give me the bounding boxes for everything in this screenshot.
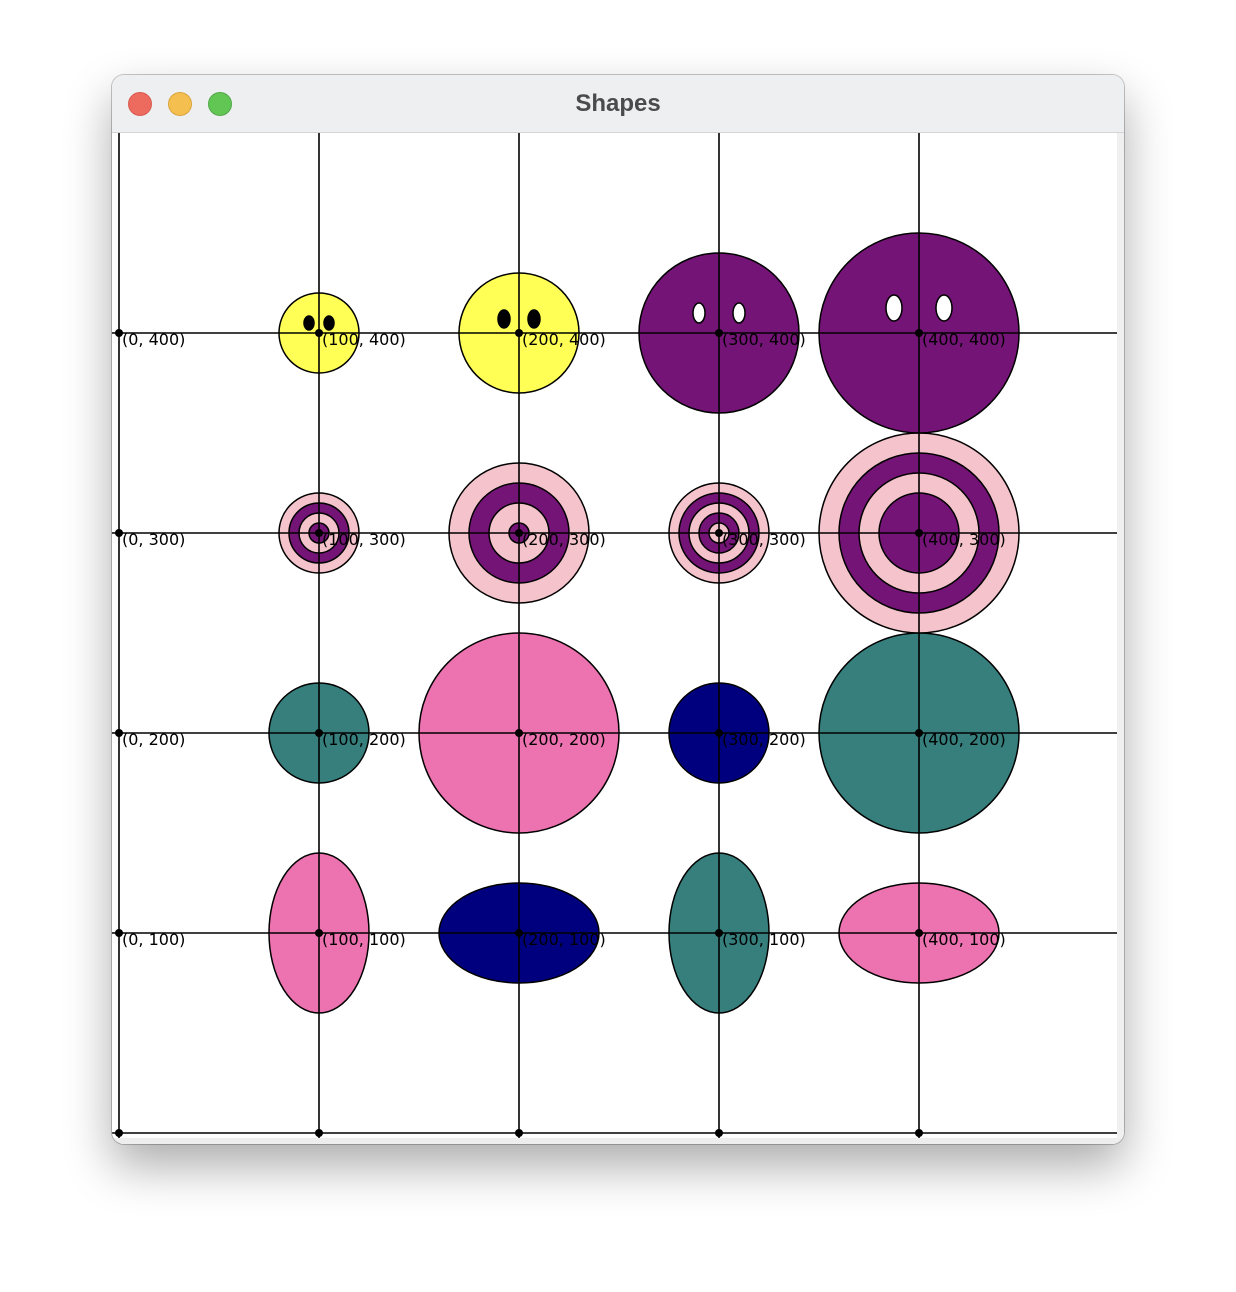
canvas-bottom-edge	[112, 1138, 1124, 1144]
coord-label-p-0-400: (0, 400)	[122, 330, 185, 349]
point-100-0	[315, 1129, 323, 1137]
coord-label-p-200-200: (200, 200)	[522, 730, 606, 749]
title-bar[interactable]: Shapes	[112, 75, 1124, 133]
coord-label-p-200-300: (200, 300)	[522, 530, 606, 549]
face-100-400-right-eye	[323, 315, 335, 331]
face-400-400-left-eye	[885, 294, 903, 322]
shapes-canvas: (0, 400) (100, 400) (200, 400) (300, 400) (4…	[112, 133, 1117, 1144]
coord-label-p-300-300: (300, 300)	[722, 530, 806, 549]
coord-label-p-100-400: (100, 400)	[322, 330, 406, 349]
coord-label-p-0-200: (0, 200)	[122, 730, 185, 749]
coord-label-p-100-100: (100, 100)	[322, 930, 406, 949]
shapes-window: Shapes (0, 400) (100, 400) (200, 400) (300,…	[112, 75, 1124, 1144]
coord-label-p-0-100: (0, 100)	[122, 930, 185, 949]
coord-label-p-200-100: (200, 100)	[522, 930, 606, 949]
coord-label-p-400-100: (400, 100)	[922, 930, 1006, 949]
point-0-0	[115, 1129, 123, 1137]
point-400-0	[915, 1129, 923, 1137]
coord-label-p-0-300: (0, 300)	[122, 530, 185, 549]
face-400-400-right-eye	[935, 294, 953, 322]
coord-label-p-400-300: (400, 300)	[922, 530, 1006, 549]
coord-label-p-400-400: (400, 400)	[922, 330, 1006, 349]
face-200-400-right-eye	[527, 309, 541, 329]
face-200-400-left-eye	[497, 309, 511, 329]
coord-label-p-400-200: (400, 200)	[922, 730, 1006, 749]
point-200-0	[515, 1129, 523, 1137]
coord-label-p-100-300: (100, 300)	[322, 530, 406, 549]
coord-label-p-300-100: (300, 100)	[722, 930, 806, 949]
coord-label-p-100-200: (100, 200)	[322, 730, 406, 749]
coord-label-p-200-400: (200, 400)	[522, 330, 606, 349]
canvas-right-edge	[1117, 133, 1124, 1144]
drawing-canvas: (0, 400) (100, 400) (200, 400) (300, 400) (4…	[112, 133, 1124, 1144]
point-300-0	[715, 1129, 723, 1137]
face-100-400-left-eye	[303, 315, 315, 331]
window-title: Shapes	[575, 90, 661, 117]
face-300-400-left-eye	[692, 302, 706, 324]
coord-label-p-300-200: (300, 200)	[722, 730, 806, 749]
coord-label-p-300-400: (300, 400)	[722, 330, 806, 349]
face-300-400-right-eye	[732, 302, 746, 324]
